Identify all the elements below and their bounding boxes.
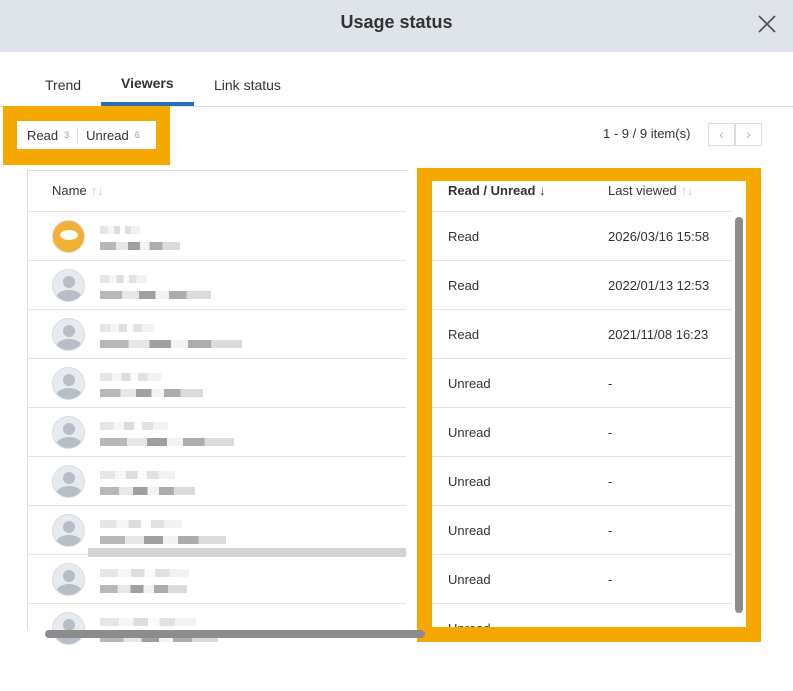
blurred-detail	[100, 242, 180, 250]
unread-count: 6	[134, 130, 140, 140]
table-row[interactable]	[28, 603, 406, 645]
table-row[interactable]	[28, 358, 406, 407]
table-row[interactable]	[28, 211, 406, 260]
avatar	[52, 269, 85, 302]
blurred-detail	[100, 438, 234, 446]
vertical-scrollbar[interactable]	[735, 217, 743, 613]
read-status: Unread	[448, 376, 491, 391]
sort-desc-icon[interactable]: ↓	[539, 183, 546, 198]
read-status: Unread	[448, 572, 491, 587]
blurred-name	[100, 520, 182, 528]
table-row[interactable]: Unread -	[432, 456, 732, 505]
column-header-last-viewed[interactable]: Last viewed ↑↓	[608, 183, 694, 198]
pager-text: 1 - 9 / 9 item(s)	[603, 126, 691, 141]
blurred-detail	[100, 340, 242, 348]
status-columns: Read / Unread ↓ Last viewed ↑↓ Read 2026/0…	[432, 181, 746, 627]
sort-icon[interactable]: ↑↓	[681, 183, 694, 198]
read-filter: Read 3 Unread 6	[17, 121, 156, 149]
read-status: Unread	[448, 621, 491, 627]
blurred-detail	[100, 585, 187, 593]
avatar	[52, 465, 85, 498]
read-status: Unread	[448, 523, 491, 538]
filter-unread[interactable]: Unread	[86, 128, 129, 143]
avatar	[52, 318, 85, 351]
last-viewed: -	[608, 425, 613, 440]
table-row[interactable]	[28, 505, 406, 554]
blurred-artifact	[88, 548, 406, 557]
last-viewed: -	[608, 523, 613, 538]
blurred-name	[100, 569, 189, 577]
avatar	[52, 514, 85, 547]
table-row[interactable]: Read 2021/11/08 16:23	[432, 309, 732, 358]
close-icon[interactable]	[756, 13, 778, 35]
dialog-title: Usage status	[340, 12, 453, 32]
dialog-header: Usage status	[0, 0, 793, 52]
table-row[interactable]: Read 2022/01/13 12:53	[432, 260, 732, 309]
blurred-name	[100, 226, 140, 234]
avatar	[52, 416, 85, 449]
read-status: Read	[448, 327, 480, 342]
table-row[interactable]	[28, 456, 406, 505]
blurred-name	[100, 275, 147, 283]
table-row[interactable]: Unread	[432, 603, 732, 627]
last-viewed: -	[608, 474, 613, 489]
avatar	[52, 612, 85, 645]
table-row[interactable]: Read 2026/03/16 15:58	[432, 211, 732, 260]
blurred-detail	[100, 487, 195, 495]
table-row[interactable]	[28, 309, 406, 358]
column-header-read-unread[interactable]: Read / Unread ↓	[448, 183, 546, 198]
table-row[interactable]	[28, 554, 406, 603]
last-viewed: -	[608, 572, 613, 587]
blurred-detail	[100, 536, 226, 544]
avatar	[52, 220, 85, 253]
blurred-detail	[100, 389, 203, 397]
table-row[interactable]: Unread -	[432, 554, 732, 603]
read-status: Unread	[448, 474, 491, 489]
tab-viewers[interactable]: Viewers	[121, 75, 174, 91]
blurred-name	[100, 618, 196, 626]
next-page-button[interactable]: ›	[735, 123, 762, 146]
read-status: Unread	[448, 425, 491, 440]
blurred-name	[100, 422, 168, 430]
read-count: 3	[64, 130, 70, 140]
last-viewed: -	[608, 376, 613, 391]
horizontal-scrollbar[interactable]	[45, 630, 425, 638]
filter-read[interactable]: Read	[27, 128, 58, 143]
blurred-name	[100, 324, 154, 332]
filter-separator	[77, 127, 79, 143]
avatar	[52, 563, 85, 596]
read-status: Read	[448, 278, 480, 293]
read-status: Read	[448, 229, 480, 244]
table-row[interactable]: Unread -	[432, 505, 732, 554]
blurred-name	[100, 373, 161, 381]
last-viewed: 2022/01/13 12:53	[608, 278, 710, 293]
sort-icon[interactable]: ↑↓	[91, 183, 104, 198]
table-row[interactable]	[28, 260, 406, 309]
last-viewed: 2026/03/16 15:58	[608, 229, 710, 244]
prev-page-button[interactable]: ‹	[708, 123, 735, 146]
tab-link-status[interactable]: Link status	[214, 77, 281, 93]
avatar	[52, 367, 85, 400]
column-header-name[interactable]: Name ↑↓	[52, 183, 104, 198]
table-row[interactable]: Unread -	[432, 358, 732, 407]
blurred-detail	[100, 291, 211, 299]
table-row[interactable]: Unread -	[432, 407, 732, 456]
blurred-name	[100, 471, 175, 479]
last-viewed: 2021/11/08 16:23	[608, 327, 709, 342]
table-row[interactable]	[28, 407, 406, 456]
tab-trend[interactable]: Trend	[45, 77, 81, 93]
